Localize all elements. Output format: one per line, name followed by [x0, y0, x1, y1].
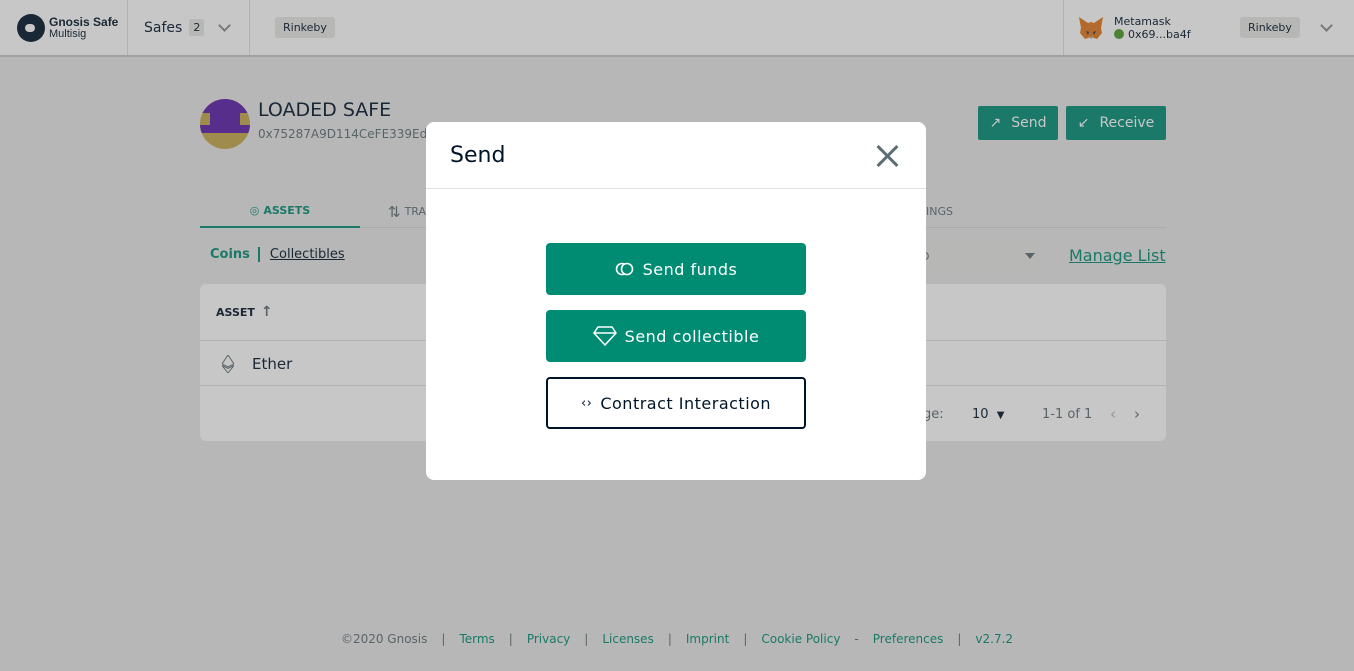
modal-title: Send	[450, 142, 506, 168]
send-collectible-button[interactable]: Send collectible	[546, 310, 806, 362]
close-icon[interactable]	[874, 142, 900, 168]
modal-header: Send	[426, 122, 926, 189]
contract-interaction-button[interactable]: ‹› Contract Interaction	[546, 377, 806, 429]
code-brackets-icon: ‹›	[580, 395, 593, 411]
send-modal: Send Send funds Send collectible ‹› Cont…	[426, 122, 926, 480]
send-funds-button[interactable]: Send funds	[546, 243, 806, 295]
diamond-icon	[592, 326, 617, 346]
coins-icon	[615, 262, 633, 276]
